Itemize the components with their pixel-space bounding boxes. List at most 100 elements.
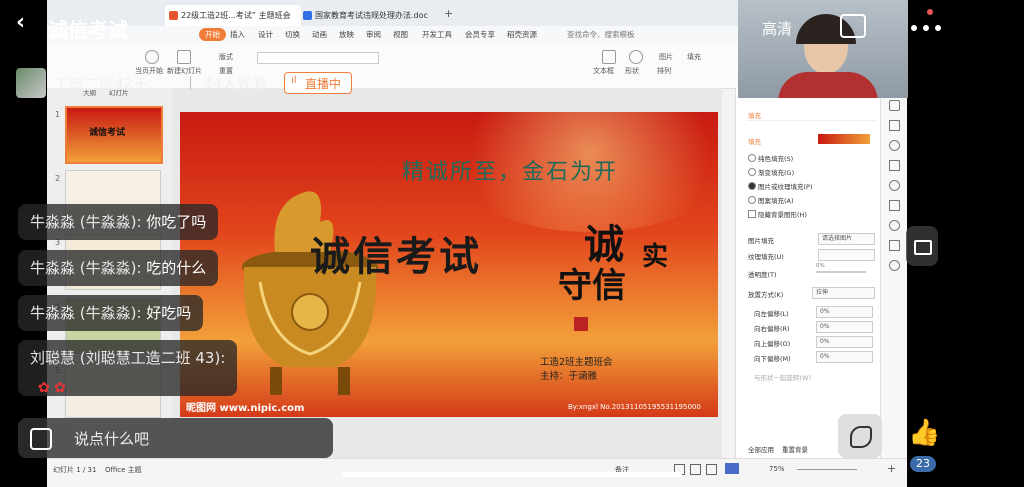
menu-home[interactable]: 开始: [199, 28, 226, 41]
slide-canvas: 精诚所至，金石为开 诚信考试 诚 实 守信 工造2班主题班会 主持：于涵雅 昵图…: [172, 88, 722, 458]
live-signal-icon: ıl: [291, 75, 297, 86]
calligraphy-shi: 实: [642, 242, 669, 272]
ribbon-layout-label[interactable]: 版式: [219, 52, 233, 62]
location-icon[interactable]: [889, 220, 900, 231]
slide-thumbnail-1[interactable]: 诚信考试: [65, 106, 163, 164]
pin-icon[interactable]: [889, 140, 900, 151]
placement-select[interactable]: 拉伸: [812, 287, 875, 299]
offset-left-label: 向左偏移(L): [754, 310, 789, 318]
placement-label: 放置方式(K): [748, 291, 784, 299]
share-icon[interactable]: [889, 240, 900, 251]
sorter-view-icon[interactable]: [690, 464, 701, 475]
slideshow-play-icon[interactable]: [725, 463, 739, 474]
comment-nick: 牛淼淼 (牛淼淼):: [30, 259, 142, 277]
font-name-select[interactable]: [257, 52, 379, 64]
menu-transition[interactable]: 切换: [285, 29, 300, 40]
menu-view[interactable]: 视图: [393, 29, 408, 40]
minimize-window-icon[interactable]: [840, 14, 866, 38]
option-solid-fill[interactable]: 纯色填充(S): [758, 153, 793, 163]
offset-left-field[interactable]: 0%: [816, 306, 873, 318]
radio-gradient-fill[interactable]: [748, 168, 756, 176]
rotate-with-shape-option[interactable]: 与形状一起旋转(W): [754, 372, 811, 382]
play-from-current-icon[interactable]: [145, 50, 159, 64]
phone-icon: [850, 426, 872, 448]
current-slide[interactable]: 精诚所至，金石为开 诚信考试 诚 实 守信 工造2班主题班会 主持：于涵雅 昵图…: [180, 112, 718, 417]
host-name: 工造二班42于...: [54, 75, 163, 93]
comment-text: 你吃了吗: [141, 213, 207, 231]
ribbon-textbox-label: 文本框: [593, 67, 614, 75]
texture-fill-select[interactable]: [818, 249, 875, 261]
ribbon-picture-label[interactable]: 图片: [659, 52, 673, 62]
reset-background-button[interactable]: 重置背景: [782, 444, 808, 454]
apply-all-button[interactable]: 全部应用: [748, 444, 774, 454]
offset-top-field[interactable]: 0%: [816, 336, 873, 348]
quality-label[interactable]: 高清: [762, 18, 792, 39]
textbox-icon[interactable]: [602, 50, 616, 64]
new-slide-icon[interactable]: [177, 50, 191, 64]
panel-divider: [746, 120, 876, 121]
danmaku-toggle-icon[interactable]: [30, 428, 52, 450]
menu-animation[interactable]: 动画: [312, 29, 327, 40]
screen-lock-button[interactable]: [906, 226, 938, 266]
fill-preview-swatch[interactable]: [818, 134, 870, 144]
menu-docer[interactable]: 稻壳资源: [507, 29, 537, 40]
comment-input[interactable]: 说点什么吧: [74, 428, 149, 449]
menu-slideshow[interactable]: 放映: [339, 29, 354, 40]
paragraph-buttons[interactable]: [447, 52, 587, 62]
theme-name: Office 主题: [105, 466, 142, 474]
offset-top-label: 向上偏移(O): [754, 340, 791, 348]
ribbon-arrange-label[interactable]: 排列: [657, 66, 671, 76]
checkbox-hide-background[interactable]: [748, 210, 756, 218]
new-tab-icon[interactable]: +: [444, 7, 453, 20]
ppt-icon: [169, 11, 178, 20]
transparency-slider[interactable]: [816, 271, 866, 273]
offset-right-field[interactable]: 0%: [816, 321, 873, 333]
option-pattern-fill[interactable]: 图案填充(A): [758, 195, 794, 205]
panel-tab-fill[interactable]: 填充: [748, 110, 761, 120]
radio-solid-fill[interactable]: [748, 154, 756, 162]
comment-text: 好吃吗: [141, 304, 192, 322]
slide-code: By:xngxl No.20131105195531195000: [568, 403, 701, 411]
backup-icon[interactable]: [889, 200, 900, 211]
comment-nick: 牛淼淼 (牛淼淼):: [30, 304, 142, 322]
host-avatar[interactable]: [16, 68, 46, 98]
option-gradient-fill[interactable]: 渐变填充(G): [758, 167, 794, 177]
zoom-level: 75%: [769, 465, 785, 473]
cursor-icon[interactable]: [889, 100, 900, 111]
transparency-label: 透明度(T): [748, 271, 777, 279]
menu-developer[interactable]: 开发工具: [422, 29, 452, 40]
settings-icon[interactable]: [889, 260, 900, 271]
menu-design[interactable]: 设计: [258, 29, 273, 40]
fill-section-title: 填充: [748, 138, 761, 146]
host-camera-feed: [738, 0, 908, 98]
command-search[interactable]: 查找命令、搜索模板: [567, 29, 635, 40]
home-indicator[interactable]: [342, 472, 682, 477]
menu-insert[interactable]: 插入: [230, 29, 245, 40]
page-title: 诚信考试: [48, 18, 128, 42]
back-icon[interactable]: ‹: [16, 10, 25, 35]
menu-member[interactable]: 会员专享: [465, 29, 495, 40]
radio-pattern-fill[interactable]: [748, 196, 756, 204]
tab-presentation[interactable]: 22级工造2班...考试” 主题班会: [165, 5, 301, 26]
ribbon-fill-label[interactable]: 填充: [687, 52, 701, 62]
zoom-in-icon[interactable]: +: [887, 462, 896, 475]
reading-view-icon[interactable]: [706, 464, 717, 475]
option-picture-fill[interactable]: 图片或纹理填充(P): [758, 181, 813, 191]
like-thumb-icon[interactable]: 👍: [908, 418, 940, 448]
radio-picture-fill[interactable]: [748, 182, 756, 190]
copy-icon[interactable]: [889, 160, 900, 171]
tab-document[interactable]: 国家教育考试违规处理办法.doc: [299, 5, 445, 26]
help-icon[interactable]: [889, 180, 900, 191]
zoom-slider[interactable]: [797, 469, 857, 470]
menu-review[interactable]: 审阅: [366, 29, 381, 40]
thumb-title: 诚信考试: [89, 128, 126, 138]
properties-icon[interactable]: [889, 120, 900, 131]
comment-input-bar[interactable]: 说点什么吧: [18, 418, 333, 458]
offset-bottom-field[interactable]: 0%: [816, 351, 873, 363]
thumb-number: 2: [55, 174, 61, 183]
more-menu-icon[interactable]: [908, 8, 948, 38]
option-hide-background[interactable]: 隐藏背景图形(H): [758, 209, 807, 219]
shape-icon[interactable]: [629, 50, 643, 64]
image-fill-select[interactable]: 请选择图片: [818, 233, 875, 245]
call-mic-button[interactable]: [838, 414, 882, 458]
